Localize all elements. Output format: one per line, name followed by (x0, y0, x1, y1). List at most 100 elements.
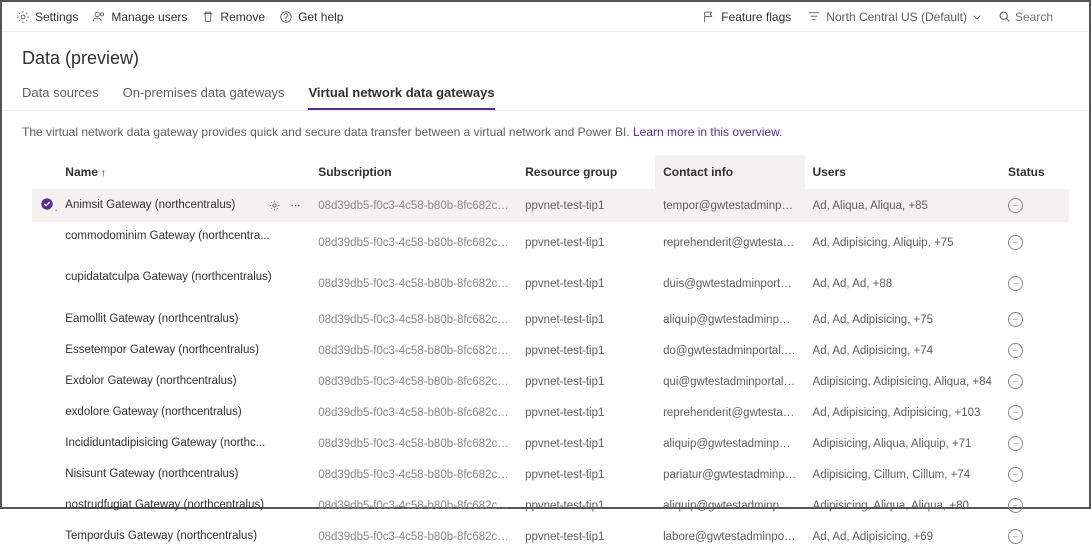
cell-users: Adipisicing, Aliqua, Aliqua, +80 (805, 490, 1000, 521)
cell-contact: qui@gwtestadminportal.c... (655, 366, 804, 397)
table-row[interactable]: Animsit Gateway (northcentralus)08d39db5… (32, 189, 1069, 222)
table-row[interactable]: Exdolor Gateway (northcentralus)08d39db5… (32, 366, 1069, 397)
gateway-name[interactable]: Exdolor Gateway (northcentralus) (57, 366, 310, 397)
cell-resource_group: ppvnet-test-tip1 (517, 397, 655, 428)
manage-users-label: Manage users (111, 10, 187, 24)
status-ok-icon: ⌣ (1008, 198, 1023, 213)
gear-icon (16, 10, 30, 24)
trash-icon (201, 10, 215, 24)
status-ok-icon: ⌣ (1008, 374, 1023, 389)
table-row[interactable]: nostrudfugiat Gateway (northcentralus)08… (32, 490, 1069, 521)
cell-resource_group: ppvnet-test-tip1 (517, 366, 655, 397)
manage-users-button[interactable]: Manage users (92, 10, 187, 24)
col-subscription[interactable]: Subscription (310, 155, 517, 189)
cell-users: Ad, Adipisicing, Adipisicing, +103 (805, 397, 1000, 428)
filter-icon (807, 10, 821, 24)
gateway-name[interactable]: Temporduis Gateway (northcentralus) (57, 521, 310, 552)
tab-on-premises-data-gateways[interactable]: On-premises data gateways (123, 77, 285, 110)
tab-data-sources[interactable]: Data sources (22, 77, 99, 110)
cell-resource_group: ppvnet-test-tip1 (517, 428, 655, 459)
cell-users: Ad, Ad, Adipisicing, +74 (805, 335, 1000, 366)
cell-resource_group: ppvnet-test-tip1 (517, 335, 655, 366)
table-row[interactable]: Incididuntadipisicing Gateway (northc...… (32, 428, 1069, 459)
region-label: North Central US (Default) (826, 10, 967, 24)
gateway-name[interactable]: nostrudfugiat Gateway (northcentralus) (57, 490, 310, 521)
cell-subscription: 08d39db5-f0c3-4c58-b80b-8fc682cf67c1 (310, 459, 517, 490)
cell-subscription: 08d39db5-f0c3-4c58-b80b-8fc682cf67c1 (310, 335, 517, 366)
table-row[interactable]: exdolore Gateway (northcentralus)08d39db… (32, 397, 1069, 428)
remove-label: Remove (220, 10, 265, 24)
col-name[interactable]: Name (57, 155, 310, 189)
search-input[interactable] (1015, 10, 1075, 24)
gear-icon[interactable] (268, 199, 281, 212)
status-ok-icon: ⌣ (1008, 405, 1023, 420)
cell-status: ⌣ (1000, 222, 1069, 263)
gateway-name[interactable]: commodominim Gateway (northcentra... (57, 222, 310, 263)
get-help-button[interactable]: Get help (279, 10, 343, 24)
cell-status: ⌣ (1000, 304, 1069, 335)
description-text: The virtual network data gateway provide… (22, 125, 633, 139)
cell-status: ⌣ (1000, 189, 1069, 222)
gateway-name[interactable]: exdolore Gateway (northcentralus) (57, 397, 310, 428)
status-ok-icon: ⌣ (1008, 436, 1023, 451)
cell-users: Ad, Adipisicing, Aliquip, +75 (805, 222, 1000, 263)
cell-users: Ad, Aliqua, Aliqua, +85 (805, 189, 1000, 222)
gateway-name[interactable]: Eamollit Gateway (northcentralus) (57, 304, 310, 335)
help-icon (279, 10, 293, 24)
cell-subscription: 08d39db5-f0c3-4c58-b80b-8fc682cf67c1 (310, 428, 517, 459)
gateway-name[interactable]: Nisisunt Gateway (northcentralus) (57, 459, 310, 490)
cell-users: Adipisicing, Aliqua, Aliquip, +71 (805, 428, 1000, 459)
cell-contact: reprehenderit@gwtestad... (655, 397, 804, 428)
col-status[interactable]: Status (1000, 155, 1069, 189)
cell-subscription: 08d39db5-f0c3-4c58-b80b-8fc682cf67c1 (310, 222, 517, 263)
col-resource-group[interactable]: Resource group (517, 155, 655, 189)
cell-users: Adipisicing, Adipisicing, Aliqua, +84 (805, 366, 1000, 397)
cell-status: ⌣ (1000, 397, 1069, 428)
cell-status: ⌣ (1000, 428, 1069, 459)
cell-users: Ad, Ad, Adipisicing, +75 (805, 304, 1000, 335)
cell-contact: reprehenderit@gwtestad... (655, 222, 804, 263)
gateway-name[interactable]: cupidatatculpa Gateway (northcentralus) (57, 263, 310, 304)
get-help-label: Get help (298, 10, 343, 24)
cell-status: ⌣ (1000, 490, 1069, 521)
status-ok-icon: ⌣ (1008, 529, 1023, 544)
description: The virtual network data gateway provide… (2, 111, 1089, 147)
tab-virtual-network-data-gateways[interactable]: Virtual network data gateways (308, 77, 494, 110)
cell-status: ⌣ (1000, 521, 1069, 552)
feature-flags-button[interactable]: Feature flags (702, 10, 791, 24)
cell-subscription: 08d39db5-f0c3-4c58-b80b-8fc682cf67c1 (310, 263, 517, 304)
cell-subscription: 08d39db5-f0c3-4c58-b80b-8fc682cf67c1 (310, 189, 517, 222)
table-row[interactable]: Temporduis Gateway (northcentralus)08d39… (32, 521, 1069, 552)
learn-more-link[interactable]: Learn more in this overview. (633, 125, 782, 139)
cell-status: ⌣ (1000, 366, 1069, 397)
cell-resource_group: ppvnet-test-tip1 (517, 521, 655, 552)
table-row[interactable]: Nisisunt Gateway (northcentralus)08d39db… (32, 459, 1069, 490)
gateway-name[interactable]: Animsit Gateway (northcentralus) (57, 189, 310, 222)
cell-subscription: 08d39db5-f0c3-4c58-b80b-8fc682cf67c1 (310, 397, 517, 428)
cell-contact: aliquip@gwtestadminport... (655, 490, 804, 521)
feature-flags-label: Feature flags (721, 10, 791, 24)
col-contact-info[interactable]: Contact info (655, 155, 804, 189)
status-ok-icon: ⌣ (1008, 343, 1023, 358)
remove-button[interactable]: Remove (201, 10, 265, 24)
table-row[interactable]: commodominim Gateway (northcentra...08d3… (32, 222, 1069, 263)
search-icon (998, 10, 1011, 23)
table-row[interactable]: Essetempor Gateway (northcentralus)08d39… (32, 335, 1069, 366)
cell-contact: labore@gwtestadminport... (655, 521, 804, 552)
page-title: Data (preview) (2, 32, 1089, 77)
flag-icon (702, 10, 716, 24)
search-box[interactable] (998, 10, 1075, 24)
col-users[interactable]: Users (805, 155, 1000, 189)
settings-button[interactable]: Settings (16, 10, 78, 24)
settings-label: Settings (35, 10, 78, 24)
status-ok-icon: ⌣ (1008, 276, 1023, 291)
gateway-name[interactable]: Incididuntadipisicing Gateway (northc... (57, 428, 310, 459)
gateway-name[interactable]: Essetempor Gateway (northcentralus) (57, 335, 310, 366)
more-icon[interactable] (289, 199, 302, 212)
gateways-table: Name Subscription Resource group Contact… (32, 155, 1069, 552)
table-row[interactable]: Eamollit Gateway (northcentralus)08d39db… (32, 304, 1069, 335)
table-row[interactable]: cupidatatculpa Gateway (northcentralus)0… (32, 263, 1069, 304)
status-ok-icon: ⌣ (1008, 498, 1023, 513)
region-picker[interactable]: North Central US (Default) (807, 10, 982, 24)
cell-contact: duis@gwtestadminportal... (655, 263, 804, 304)
